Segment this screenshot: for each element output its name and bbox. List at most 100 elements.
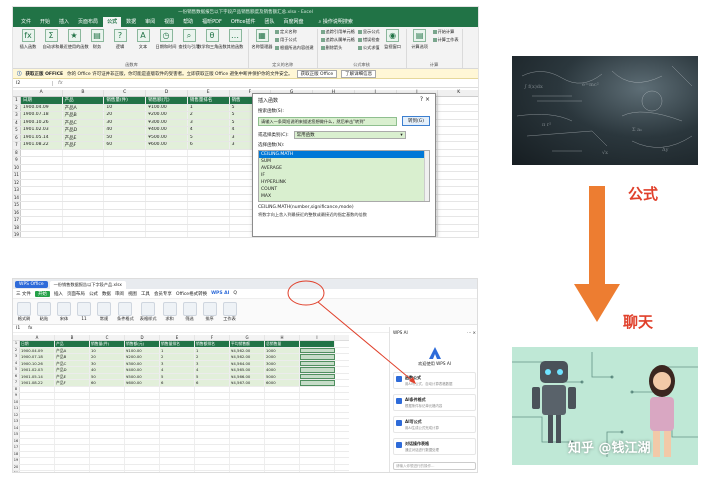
menu-item[interactable]: 数据 [102,291,111,297]
cell[interactable] [195,451,230,457]
cell[interactable]: 1901.05.14 [20,373,55,379]
cell[interactable]: 1901.08.22 [20,380,55,386]
cell[interactable] [146,217,188,224]
menu-item[interactable]: 页面布局 [67,291,85,297]
menu-item[interactable]: 三 文件 [16,291,31,297]
cell[interactable] [300,458,335,464]
corner-cell[interactable] [13,90,21,96]
row-header[interactable]: 8 [13,386,20,392]
ribbon-search[interactable]: ⌕ 操作说明搜索 [315,17,357,27]
cell[interactable] [438,194,478,201]
cell[interactable] [230,464,265,470]
cell[interactable]: 产品 [55,341,90,347]
cell[interactable] [90,412,125,418]
cell[interactable] [230,386,265,392]
toolbar-button[interactable]: 粘贴 [37,301,51,322]
column-header[interactable]: E [188,90,230,96]
cell[interactable]: ¥100.00 [125,347,160,353]
search-function-input[interactable]: 请输入一条简短说明来描述您想做什么，然后单击"转到" [258,116,397,126]
cell[interactable] [438,224,478,231]
cell[interactable] [160,445,195,451]
cell[interactable] [90,432,125,438]
cell[interactable] [438,217,478,224]
ribbon-tab[interactable]: 百度网盘 [280,17,308,27]
ribbon-tab[interactable]: 团队 [261,17,279,27]
cell[interactable] [438,157,478,164]
cell[interactable] [20,464,55,470]
cell[interactable]: 1900.10.26 [20,360,55,366]
row-header[interactable]: 6 [13,134,21,141]
cell[interactable]: 日期 [20,341,55,347]
row-header[interactable]: 20 [13,464,20,470]
row-header[interactable]: 6 [13,373,20,379]
ribbon-tab[interactable]: 审阅 [141,17,159,27]
row-header[interactable]: 19 [13,458,20,464]
cell[interactable] [230,399,265,405]
cell[interactable]: 30 [104,119,147,126]
cell[interactable] [55,445,90,451]
cell[interactable] [265,438,300,444]
cell[interactable] [438,232,478,237]
ai-prompt-input[interactable]: 请输入你想进行的操作… [393,462,476,470]
cell[interactable] [63,149,105,156]
cell[interactable]: ¥4,564.00 [230,360,265,366]
ribbon-button[interactable]: … 其他函数 [225,29,245,50]
column-header[interactable]: D [125,335,160,340]
cell[interactable] [188,224,230,231]
ribbon-small-button[interactable]: 用于公式 [275,37,314,43]
cell[interactable]: 4000 [265,367,300,373]
cell[interactable] [20,471,55,472]
cell[interactable] [125,445,160,451]
menu-item[interactable]: 开始 [34,290,50,297]
cell[interactable]: 40 [90,367,125,373]
cell[interactable] [55,419,90,425]
cell[interactable] [21,232,63,237]
cell[interactable] [300,386,335,392]
row-header[interactable]: 7 [13,142,21,149]
cell[interactable]: 1 [160,347,195,353]
cell[interactable] [265,432,300,438]
ribbon-button[interactable]: A 文本 [133,29,153,50]
cell[interactable] [90,399,125,405]
cell[interactable] [63,209,105,216]
cell[interactable] [20,393,55,399]
cell[interactable]: 3 [160,360,195,366]
cell[interactable] [20,458,55,464]
cell[interactable] [104,224,147,231]
ribbon-button[interactable]: fx 插入函数 [18,29,38,50]
ai-suggestion-card[interactable]: AI条件格式 根据条件标记单元格内容 [393,394,476,411]
cell[interactable]: ¥300.00 [146,119,188,126]
row-header[interactable]: 19 [13,232,21,237]
cell[interactable]: 产品 [62,97,105,104]
cell[interactable] [160,386,195,392]
row-header[interactable]: 8 [13,149,21,156]
cell[interactable] [125,412,160,418]
cell[interactable] [188,187,230,194]
row-header[interactable]: 4 [13,119,21,126]
row-header[interactable]: 17 [13,445,20,451]
cell[interactable] [20,406,55,412]
cell[interactable] [300,451,335,457]
cell[interactable] [125,438,160,444]
cell[interactable] [438,209,478,216]
cell[interactable] [63,232,105,237]
menu-item[interactable]: 审阅 [115,291,124,297]
cell[interactable] [300,406,335,412]
cell[interactable] [63,179,105,186]
cell[interactable]: 销售额排名 [195,341,230,347]
column-header[interactable]: G [230,335,265,340]
cell[interactable]: 10 [90,347,125,353]
cell[interactable] [146,164,188,171]
cell[interactable]: 产品B [55,354,90,360]
cell[interactable] [146,209,188,216]
row-header[interactable]: 2 [13,347,20,353]
row-header[interactable]: 16 [13,438,20,444]
cell[interactable] [438,97,478,104]
cell[interactable] [90,471,125,472]
cell[interactable] [438,104,478,111]
cell[interactable] [125,386,160,392]
cell[interactable]: 1901.02.03 [20,367,55,373]
name-manager-button[interactable]: ▦ 名称管理器 [252,29,272,50]
column-header[interactable]: A [20,335,55,340]
cell[interactable] [160,464,195,470]
